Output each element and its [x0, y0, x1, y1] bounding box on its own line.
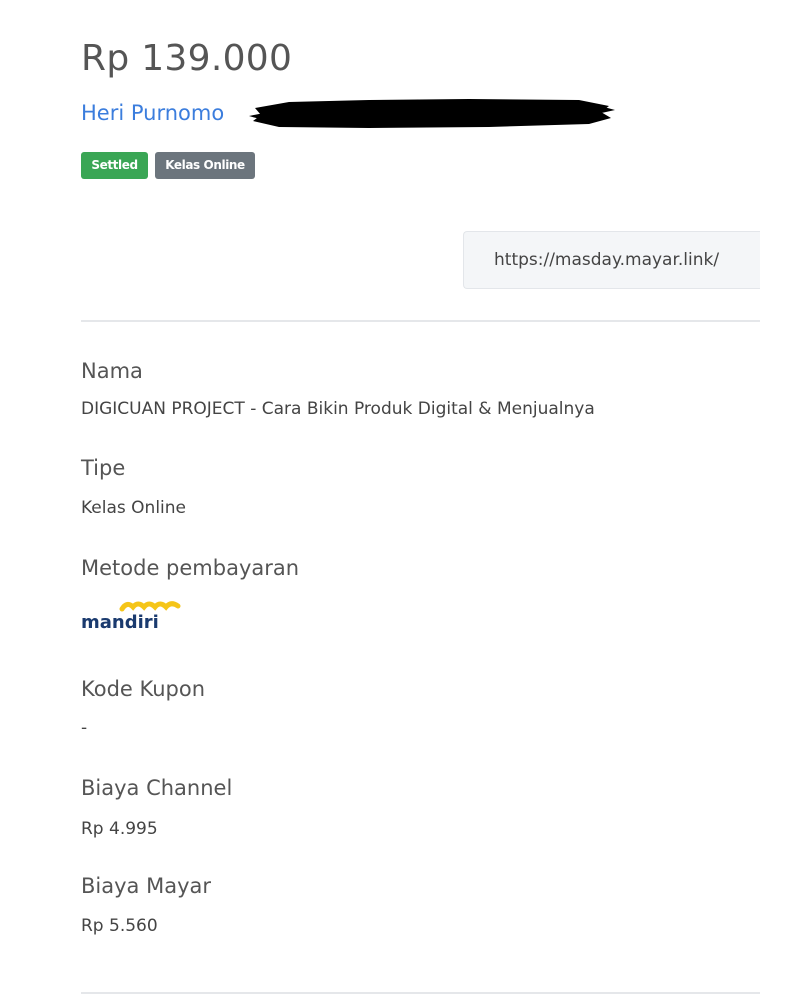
- payment-link-text[interactable]: https://masday.mayar.link/: [494, 248, 719, 272]
- mandiri-logo-wordmark: mandiri: [81, 612, 159, 633]
- coupon-label: Kode Kupon: [81, 677, 206, 701]
- type-value: Kelas Online: [81, 498, 186, 518]
- coupon-value: -: [81, 718, 88, 738]
- customer-row: Heri Purnomo: [81, 97, 641, 131]
- name-label: Nama: [81, 359, 143, 383]
- mandiri-logo-icon: mandiri: [81, 601, 181, 633]
- transaction-amount: Rp 139.000: [81, 38, 293, 79]
- transaction-detail-page: Rp 139.000 Heri Purnomo Settled Kelas On…: [0, 0, 800, 1000]
- name-value: DIGICUAN PROJECT - Cara Bikin Produk Dig…: [81, 399, 595, 419]
- section-divider: [81, 320, 760, 322]
- mayar-fee-value: Rp 5.560: [81, 916, 158, 936]
- channel-fee-value: Rp 4.995: [81, 819, 158, 839]
- type-label: Tipe: [81, 456, 126, 480]
- payment-method-label: Metode pembayaran: [81, 556, 300, 580]
- payment-link-box[interactable]: https://masday.mayar.link/: [463, 231, 760, 289]
- status-badge: Settled: [81, 152, 148, 179]
- customer-name-link[interactable]: Heri Purnomo: [81, 99, 224, 127]
- section-divider-bottom: [81, 992, 760, 994]
- redaction-scribble-icon: [249, 99, 615, 128]
- channel-fee-label: Biaya Channel: [81, 776, 233, 800]
- mayar-fee-label: Biaya Mayar: [81, 874, 211, 898]
- type-badge: Kelas Online: [155, 152, 255, 179]
